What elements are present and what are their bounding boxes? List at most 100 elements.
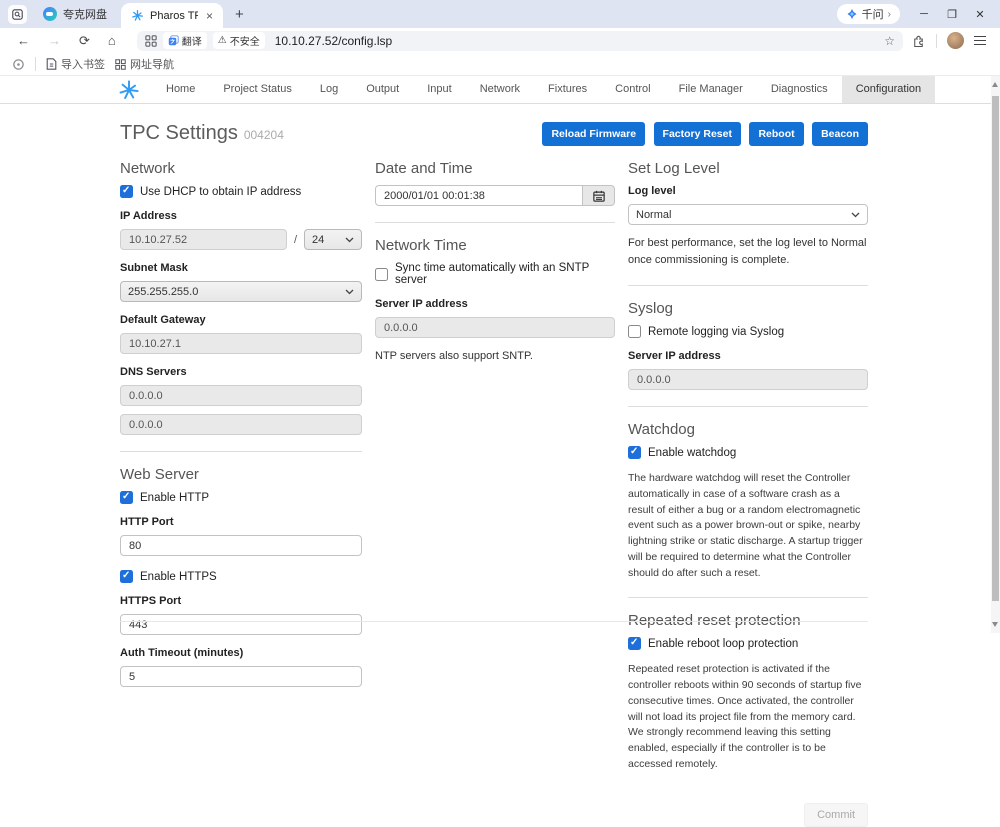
dhcp-checkbox[interactable]	[120, 185, 133, 198]
dns-servers-label: DNS Servers	[120, 366, 362, 378]
log-level-select[interactable]: Normal	[628, 204, 868, 225]
auth-timeout-field[interactable]	[120, 666, 362, 687]
sntp-server-ip-field	[375, 317, 615, 338]
warning-icon: ⚠	[218, 35, 227, 46]
minimize-icon[interactable]: ─	[910, 8, 938, 20]
tab-label: Pharos TPC 0042	[150, 10, 198, 22]
extensions-icon[interactable]	[911, 33, 926, 48]
url-text[interactable]: 10.10.27.52/config.lsp	[275, 34, 879, 48]
site-nav-button[interactable]: 网址导航	[115, 56, 174, 72]
translate-chip[interactable]: 翻译	[163, 32, 207, 49]
tab-diagnostics[interactable]: Diagnostics	[757, 76, 842, 103]
tab-home[interactable]: Home	[152, 76, 209, 103]
tab-network[interactable]: Network	[466, 76, 534, 103]
bookmarks-bar: 导入书签 网址导航	[0, 53, 1000, 76]
syslog-server-ip-label: Server IP address	[628, 350, 868, 362]
tab-search-button[interactable]	[8, 5, 27, 24]
column-middle: Date and Time Network Time Sync time aut…	[375, 160, 615, 375]
close-icon[interactable]: ✕	[966, 8, 994, 21]
not-secure-label: 不安全	[230, 33, 260, 48]
scroll-up-icon[interactable]	[992, 82, 998, 87]
ip-prefix-separator: /	[294, 234, 297, 246]
action-buttons: Reload Firmware Factory Reset Reboot Bea…	[538, 122, 868, 146]
https-port-field[interactable]	[120, 614, 362, 635]
dns-server-1-field	[120, 385, 362, 406]
reboot-button[interactable]: Reboot	[749, 122, 803, 146]
enable-watchdog-checkbox[interactable]	[628, 446, 641, 459]
tab-output[interactable]: Output	[352, 76, 413, 103]
tab-file-manager[interactable]: File Manager	[665, 76, 757, 103]
tab-configuration[interactable]: Configuration	[842, 76, 935, 103]
pharos-logo-icon	[131, 9, 144, 22]
watchdog-heading: Watchdog	[628, 421, 868, 438]
maximize-icon[interactable]: ❐	[938, 8, 966, 21]
bookmark-site-icon[interactable]	[12, 58, 25, 71]
not-secure-chip[interactable]: ⚠ 不安全	[213, 32, 265, 49]
page-title-block: TPC Settings004204	[120, 122, 284, 145]
enable-http-label: Enable HTTP	[140, 492, 209, 504]
syslog-remote-checkbox[interactable]	[628, 325, 641, 338]
network-heading: Network	[120, 160, 362, 177]
column-left: Network Use DHCP to obtain IP address IP…	[120, 160, 362, 687]
http-checkbox-row[interactable]: Enable HTTP	[120, 491, 362, 504]
tab-label: 夸克网盘	[63, 6, 107, 22]
translate-label: 翻译	[182, 33, 202, 48]
reload-firmware-button[interactable]: Reload Firmware	[542, 122, 645, 146]
scrollbar[interactable]	[991, 76, 1000, 633]
tab-input[interactable]: Input	[413, 76, 465, 103]
calendar-button[interactable]	[583, 185, 615, 206]
forward-icon[interactable]: →	[39, 33, 70, 48]
reload-icon[interactable]: ⟳	[70, 33, 99, 49]
profile-avatar[interactable]	[947, 32, 964, 49]
pharos-logo-icon	[118, 79, 140, 101]
tab-quark-drive[interactable]: 夸克网盘	[27, 0, 121, 28]
enable-https-checkbox[interactable]	[120, 570, 133, 583]
apps-grid-icon[interactable]	[145, 35, 157, 47]
syslog-remote-label: Remote logging via Syslog	[648, 326, 784, 338]
bookmark-star-icon[interactable]: ☆	[884, 34, 895, 48]
sntp-checkbox-row[interactable]: Sync time automatically with an SNTP ser…	[375, 262, 615, 286]
address-bar[interactable]: 翻译 ⚠ 不安全 10.10.27.52/config.lsp ☆	[137, 31, 903, 51]
new-tab-button[interactable]: +	[223, 6, 256, 23]
tab-control[interactable]: Control	[601, 76, 664, 103]
subnet-mask-label: Subnet Mask	[120, 262, 362, 274]
site-nav-label: 网址导航	[130, 56, 174, 72]
dhcp-checkbox-row[interactable]: Use DHCP to obtain IP address	[120, 185, 362, 198]
reset-protection-checkbox-row[interactable]: Enable reboot loop protection	[628, 637, 868, 650]
tab-project-status[interactable]: Project Status	[209, 76, 305, 103]
tab-log[interactable]: Log	[306, 76, 352, 103]
http-port-field[interactable]	[120, 535, 362, 556]
tab-fixtures[interactable]: Fixtures	[534, 76, 601, 103]
divider	[120, 451, 362, 452]
ip-address-field	[120, 229, 287, 250]
log-level-note: For best performance, set the log level …	[628, 235, 868, 269]
menu-icon[interactable]	[974, 33, 986, 47]
tab-pharos-tpc[interactable]: Pharos TPC 0042 ×	[121, 3, 223, 28]
scrollbar-thumb[interactable]	[992, 96, 999, 601]
log-level-label: Log level	[628, 185, 868, 197]
dhcp-label: Use DHCP to obtain IP address	[140, 186, 301, 198]
ip-address-label: IP Address	[120, 210, 362, 222]
divider	[628, 597, 868, 598]
tab-close-icon[interactable]: ×	[204, 9, 215, 23]
reboot-loop-label: Enable reboot loop protection	[648, 638, 798, 650]
syslog-checkbox-row[interactable]: Remote logging via Syslog	[628, 325, 868, 338]
import-bookmarks-button[interactable]: 导入书签	[46, 56, 105, 72]
beacon-button[interactable]: Beacon	[812, 122, 868, 146]
scroll-down-icon[interactable]	[992, 622, 998, 627]
toolbar-right-icons	[911, 32, 992, 49]
back-icon[interactable]: ←	[8, 33, 39, 48]
sntp-sync-checkbox[interactable]	[375, 268, 388, 281]
qianwen-button[interactable]: 千问 ›	[837, 4, 900, 24]
commit-button[interactable]: Commit	[804, 803, 868, 827]
enable-http-checkbox[interactable]	[120, 491, 133, 504]
home-icon[interactable]: ⌂	[99, 33, 125, 48]
date-time-field[interactable]	[375, 185, 583, 206]
default-gateway-label: Default Gateway	[120, 314, 362, 326]
watchdog-checkbox-row[interactable]: Enable watchdog	[628, 446, 868, 459]
auth-timeout-label: Auth Timeout (minutes)	[120, 647, 362, 659]
reboot-loop-checkbox[interactable]	[628, 637, 641, 650]
factory-reset-button[interactable]: Factory Reset	[654, 122, 741, 146]
chevron-down-icon	[851, 212, 860, 218]
https-checkbox-row[interactable]: Enable HTTPS	[120, 570, 362, 583]
